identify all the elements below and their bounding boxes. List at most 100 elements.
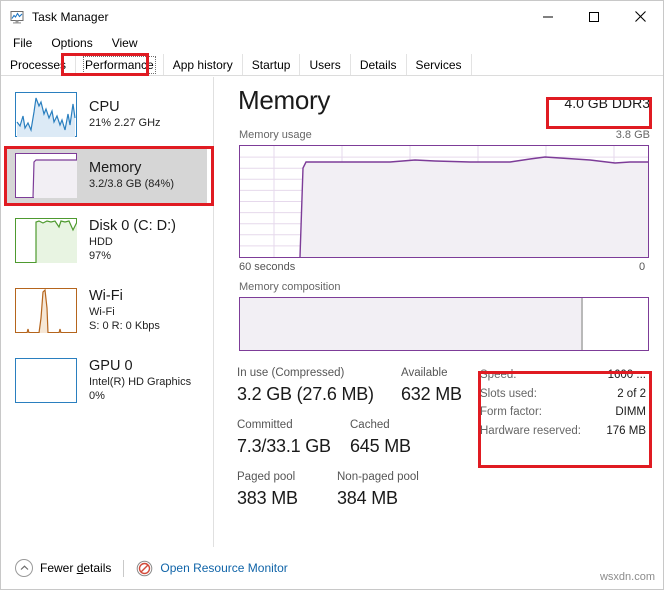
stat-value: 3.2 GB (27.6 MB) xyxy=(237,384,374,404)
stat-value: 645 MB xyxy=(350,436,411,456)
tab-details[interactable]: Details xyxy=(351,54,407,75)
sidebar-item-detail2: 97% xyxy=(89,250,112,262)
tab-services[interactable]: Services xyxy=(407,54,472,75)
tab-users[interactable]: Users xyxy=(300,54,351,75)
window-title: Task Manager xyxy=(32,9,109,24)
memory-composition-in-use-segment xyxy=(240,298,583,350)
info-value: 176 MB xyxy=(606,424,646,437)
page-title: Memory xyxy=(238,85,331,115)
memory-composition-bar[interactable] xyxy=(239,297,649,351)
menu-item-options[interactable]: Options xyxy=(47,34,101,52)
sidebar-item-memory[interactable]: Memory 3.2/3.8 GB (84%) xyxy=(7,146,207,204)
sidebar-item-name: CPU xyxy=(89,99,120,115)
stat-in-use: In use (Compressed) 3.2 GB (27.6 MB) xyxy=(237,365,374,407)
sidebar-item-text: Wi-Fi Wi-Fi S: 0 R: 0 Kbps xyxy=(89,287,160,333)
sidebar-item-wifi[interactable]: Wi-Fi Wi-Fi S: 0 R: 0 Kbps xyxy=(7,277,207,343)
tab-processes[interactable]: Processes xyxy=(1,54,77,75)
maximize-button[interactable] xyxy=(571,1,617,32)
status-bar: Fewer details Open Resource Monitor wsxd… xyxy=(1,547,663,589)
stat-committed: Committed 7.3/33.1 GB xyxy=(237,417,331,459)
sidebar-item-cpu[interactable]: CPU 21% 2.27 GHz xyxy=(7,85,207,143)
stat-available: Available 632 MB xyxy=(401,365,462,407)
gpu-sparkline-icon xyxy=(15,357,77,403)
stat-label: Cached xyxy=(350,419,390,431)
memory-usage-scale-max: 3.8 GB xyxy=(615,129,650,141)
content-area: CPU 21% 2.27 GHz Memory 3.2/3.8 GB (84%) xyxy=(1,77,663,547)
memory-detail-pane: Memory 4.0 GB DDR3 Memory usage 3.8 GB 6… xyxy=(215,77,663,547)
tab-label: Details xyxy=(359,57,397,72)
graph-axis-right-label: 0 xyxy=(639,261,646,273)
tab-app-history[interactable]: App history xyxy=(164,54,243,75)
sidebar-item-detail: 3.2/3.8 GB (84%) xyxy=(89,178,174,190)
menu-item-file[interactable]: File xyxy=(9,34,41,52)
tab-label: Startup xyxy=(251,57,291,72)
graph-axis-left-label: 60 seconds xyxy=(239,261,296,273)
info-row-slots-used: Slots used: 2 of 2 xyxy=(480,388,650,407)
stat-paged-pool: Paged pool 383 MB xyxy=(237,469,298,511)
info-key: Hardware reserved: xyxy=(480,424,581,437)
stat-value: 632 MB xyxy=(401,384,462,404)
resource-monitor-label: Open Resource Monitor xyxy=(160,561,288,575)
sidebar-item-disk0[interactable]: Disk 0 (C: D:) HDD 97% xyxy=(7,207,207,273)
close-button[interactable] xyxy=(617,1,663,32)
task-manager-icon xyxy=(9,9,25,25)
memory-info-table: Speed: 1600 ... Slots used: 2 of 2 Form … xyxy=(480,369,650,443)
resource-monitor-icon xyxy=(136,560,153,577)
sidebar-item-detail: Wi-Fi xyxy=(89,306,115,318)
memory-hardware-label: 4.0 GB DDR3 xyxy=(564,95,650,111)
tab-bar: Processes Performance App history Startu… xyxy=(1,54,663,76)
sidebar-item-name: GPU 0 xyxy=(89,358,133,374)
sidebar-item-name: Memory xyxy=(89,160,142,176)
watermark: wsxdn.com xyxy=(599,571,655,583)
sidebar-item-detail2: S: 0 R: 0 Kbps xyxy=(89,320,160,332)
stat-value: 7.3/33.1 GB xyxy=(237,436,331,456)
memory-usage-graph[interactable] xyxy=(239,145,649,258)
memory-usage-label: Memory usage xyxy=(239,129,312,141)
title-bar: Task Manager xyxy=(1,1,663,32)
sidebar-item-gpu0[interactable]: GPU 0 Intel(R) HD Graphics 0% xyxy=(7,347,207,413)
stats-row: In use (Compressed) 3.2 GB (27.6 MB) Ava… xyxy=(237,365,487,417)
fewer-details-prefix: Fewer xyxy=(40,561,77,575)
chevron-up-icon xyxy=(15,559,33,577)
tab-startup[interactable]: Startup xyxy=(243,54,301,75)
stat-value: 384 MB xyxy=(337,488,398,508)
info-key: Speed: xyxy=(480,369,517,381)
stat-non-paged-pool: Non-paged pool 384 MB xyxy=(337,469,419,511)
memory-sparkline-icon xyxy=(15,152,77,198)
sidebar-item-text: Memory 3.2/3.8 GB (84%) xyxy=(89,159,174,191)
disk-sparkline-icon xyxy=(15,217,77,263)
stats-row: Paged pool 383 MB Non-paged pool 384 MB xyxy=(237,469,487,521)
info-row-form-factor: Form factor: DIMM xyxy=(480,406,650,425)
tab-label: Performance xyxy=(83,55,156,74)
fewer-details-button[interactable]: Fewer details xyxy=(15,559,111,577)
tab-label: Users xyxy=(309,57,341,72)
tab-label: Processes xyxy=(10,57,67,72)
tab-performance[interactable]: Performance xyxy=(76,54,164,75)
sidebar-item-text: GPU 0 Intel(R) HD Graphics 0% xyxy=(89,357,191,403)
stat-label: In use (Compressed) xyxy=(237,367,345,379)
sidebar-item-name: Disk 0 (C: D:) xyxy=(89,218,176,234)
info-value: 1600 ... xyxy=(607,369,646,381)
sidebar-item-text: CPU 21% 2.27 GHz xyxy=(89,98,161,130)
sidebar-item-text: Disk 0 (C: D:) HDD 97% xyxy=(89,217,176,263)
stat-cached: Cached 645 MB xyxy=(350,417,411,459)
info-row-speed: Speed: 1600 ... xyxy=(480,369,650,388)
info-row-hardware-reserved: Hardware reserved: 176 MB xyxy=(480,425,650,444)
stat-label: Paged pool xyxy=(237,471,296,483)
sidebar-item-detail: 21% 2.27 GHz xyxy=(89,117,161,129)
wifi-sparkline-icon xyxy=(15,287,77,333)
sidebar-item-detail: HDD xyxy=(89,236,113,248)
window-controls xyxy=(525,1,663,32)
stats-row: Committed 7.3/33.1 GB Cached 645 MB xyxy=(237,417,487,469)
stat-value: 383 MB xyxy=(237,488,298,508)
menu-bar: File Options View xyxy=(1,32,663,54)
open-resource-monitor-link[interactable]: Open Resource Monitor xyxy=(136,560,288,577)
memory-composition-label: Memory composition xyxy=(239,281,341,293)
tab-label: Services xyxy=(415,57,462,72)
fewer-details-suffix: etails xyxy=(83,561,112,575)
info-value: 2 of 2 xyxy=(617,387,646,400)
menu-item-view[interactable]: View xyxy=(108,34,147,52)
minimize-button[interactable] xyxy=(525,1,571,32)
stat-label: Non-paged pool xyxy=(337,471,419,483)
resource-list: CPU 21% 2.27 GHz Memory 3.2/3.8 GB (84%) xyxy=(1,77,214,547)
